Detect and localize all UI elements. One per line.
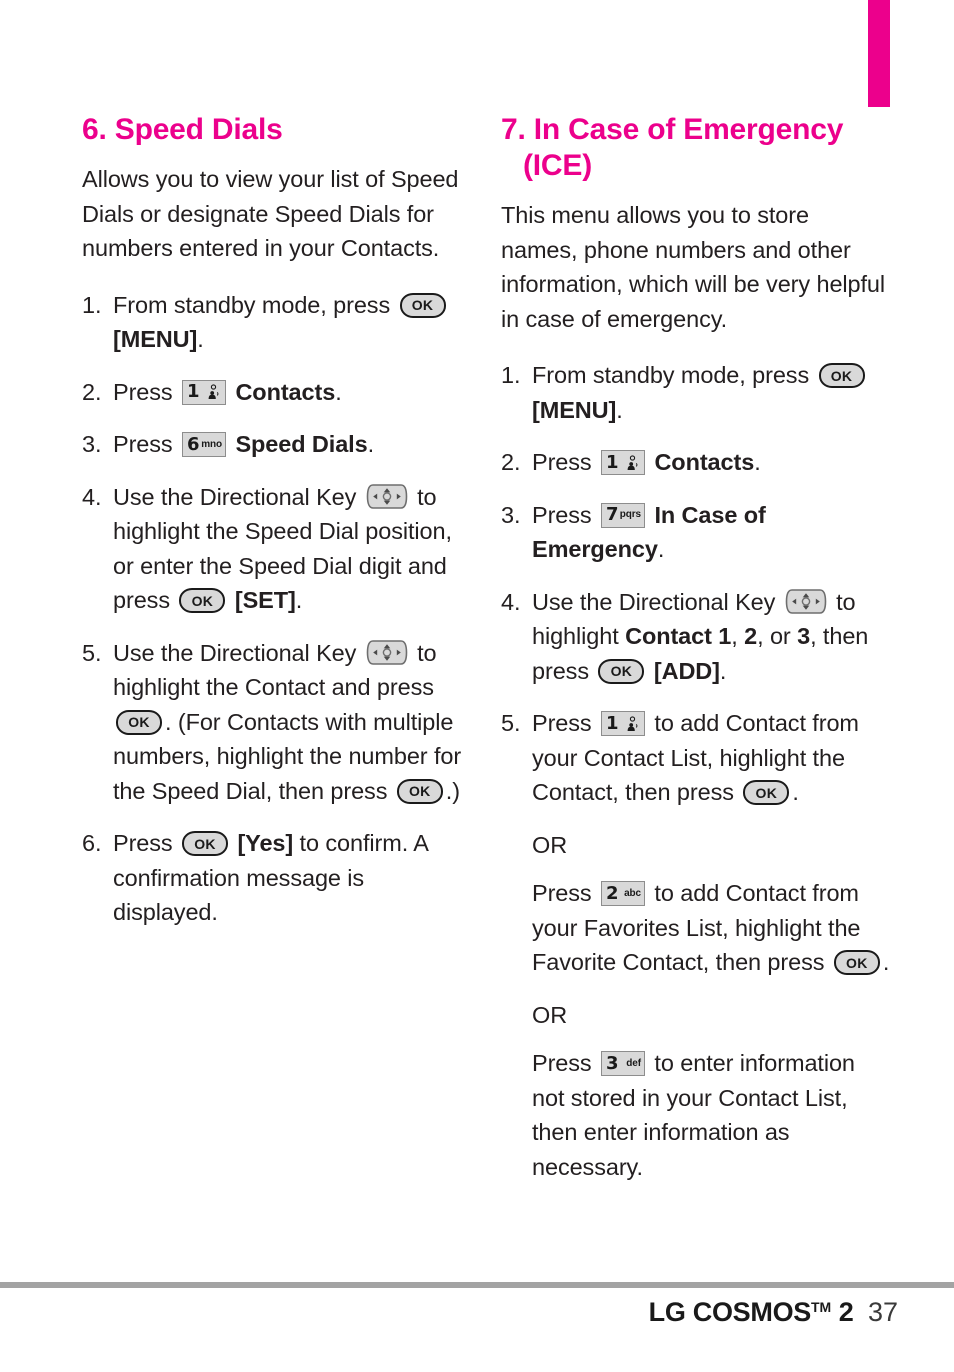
- ok-key-icon: OK: [179, 588, 226, 613]
- page-footer: LG COSMOSTM 2 37: [0, 1288, 898, 1331]
- right-section-heading: 7. In Case of Emergency (ICE): [501, 112, 891, 184]
- keypad-key-1-icon: 1: [182, 379, 226, 405]
- voicemail-glyph-icon: [627, 454, 638, 470]
- or-separator-label: OR: [532, 1001, 568, 1028]
- step-number: 4.: [82, 483, 102, 510]
- step-number: 5.: [501, 710, 521, 736]
- voicemail-glyph-icon: [208, 384, 219, 399]
- emphasis-text: [MENU]: [532, 396, 617, 423]
- step-item: 5. Use the Directional Key to highlight t…: [82, 636, 472, 809]
- page-number: 37: [867, 1297, 898, 1327]
- right-intro-paragraph: This menu allows you to store names, pho…: [501, 202, 886, 332]
- trademark-icon: TM: [810, 1299, 832, 1315]
- emphasis-text: 2: [744, 623, 758, 649]
- emphasis-text: [MENU]: [113, 326, 198, 352]
- ok-key-icon: OK: [818, 363, 865, 388]
- step-number: 1.: [82, 291, 102, 318]
- step-number: 4.: [501, 588, 521, 615]
- left-column: 6. Speed Dials Allows you to view your l…: [82, 112, 472, 948]
- right-steps-list: 1. From standby mode, press OK [MENU]. 2. P…: [501, 358, 891, 810]
- step-item: 2. Press 1 Contacts.: [501, 445, 891, 480]
- emphasis-text: [ADD]: [653, 657, 720, 684]
- step-item: 4. Use the Directional Key to highlight C…: [501, 585, 891, 689]
- step-number: 2.: [82, 378, 102, 405]
- directional-key-icon: [366, 483, 408, 510]
- ok-key-icon: OK: [182, 831, 228, 856]
- right-column: 7. In Case of Emergency (ICE) This menu …: [501, 112, 891, 1202]
- step-text: Use the Directional Key to highlight the…: [113, 639, 462, 804]
- emphasis-text: [SET]: [234, 587, 296, 613]
- emphasis-text: [Yes]: [237, 830, 294, 856]
- step-text: Use the Directional Key to highlight the…: [113, 483, 452, 613]
- step-text: Press 1 Contacts.: [532, 449, 761, 475]
- directional-key-icon: [366, 639, 408, 666]
- step-item: 6. Press OK [Yes] to confirm. A confirmat…: [82, 826, 472, 930]
- step-item: 1. From standby mode, press OK [MENU].: [501, 358, 891, 427]
- step-number: 5.: [82, 639, 102, 666]
- step-item: 4. Use the Directional Key to highlight t…: [82, 480, 472, 618]
- step-item: 3. Press 6 mno Speed Dials.: [82, 427, 472, 462]
- emphasis-text: In Case of Emergency: [532, 501, 766, 563]
- footer-brand: LG COSMOS: [648, 1297, 812, 1327]
- step-item: 5. Press 1 to add Contact from your Conta…: [501, 706, 891, 810]
- left-section-heading: 6. Speed Dials: [82, 113, 283, 146]
- step-text: Use the Directional Key to highlight Con…: [532, 588, 869, 684]
- step-number: 6.: [82, 830, 102, 856]
- step-number: 2.: [501, 449, 521, 475]
- right-alternatives: OR Press 2 abc to add Contact from your Fa…: [501, 828, 891, 1185]
- step-text: From standby mode, press OK [MENU].: [113, 292, 449, 352]
- keypad-key-2-icon: 2 abc: [601, 881, 645, 906]
- emphasis-text: Contacts: [654, 449, 755, 475]
- emphasis-text: Contacts: [235, 378, 336, 405]
- step-text: Press OK [Yes] to confirm. A confirmatio…: [113, 830, 428, 925]
- step-text: Press 1 to add Contact from your Contact…: [532, 710, 859, 805]
- section-tab-marker: [868, 0, 890, 107]
- keypad-key-6-icon: 6 mno: [182, 432, 226, 457]
- ok-key-icon: OK: [116, 709, 162, 735]
- keypad-key-1-icon: 1: [601, 450, 645, 475]
- keypad-key-7-icon: 7 pqrs: [601, 502, 645, 528]
- step-item: 2. Press 1 Contacts.: [82, 375, 472, 410]
- or-separator-label: OR: [532, 831, 568, 858]
- alternative-step-text: Press 2 abc to add Contact from your Favo…: [532, 880, 890, 975]
- right-heading-line-2: (ICE): [523, 149, 592, 182]
- alternative-step-text: Press 3 def to enter information not stor…: [532, 1050, 855, 1180]
- keypad-key-3-icon: 3 def: [601, 1051, 645, 1076]
- step-number: 3.: [501, 501, 521, 528]
- step-number: 1.: [501, 362, 521, 388]
- ok-key-icon: OK: [743, 780, 790, 805]
- ok-key-icon: OK: [833, 950, 880, 975]
- directional-key-icon: [785, 588, 827, 615]
- step-text: Press 7 pqrs In Case of Emergency.: [532, 501, 766, 563]
- step-text: From standby mode, press OK [MENU].: [532, 362, 868, 423]
- step-text: Press 6 mno Speed Dials.: [113, 431, 374, 457]
- emphasis-text: Contact 1: [625, 623, 732, 649]
- ok-key-icon: OK: [399, 292, 446, 318]
- ok-key-icon: OK: [396, 778, 443, 804]
- emphasis-text: 3: [797, 623, 811, 649]
- voicemail-glyph-icon: [627, 715, 638, 731]
- footer-model: 2: [838, 1297, 854, 1327]
- step-number: 3.: [82, 431, 102, 457]
- left-intro-paragraph: Allows you to view your list of Speed Di…: [82, 166, 459, 261]
- two-column-layout: 6. Speed Dials Allows you to view your l…: [0, 112, 954, 1202]
- emphasis-text: Speed Dials: [235, 431, 368, 457]
- keypad-key-1-icon: 1: [601, 711, 645, 736]
- manual-page-body: 6. Speed Dials Allows you to view your l…: [0, 112, 954, 1202]
- step-item: 1. From standby mode, press OK [MENU].: [82, 288, 472, 357]
- step-item: 3. Press 7 pqrs In Case of Emergency.: [501, 498, 891, 567]
- ok-key-icon: OK: [598, 658, 645, 684]
- left-steps-list: 1. From standby mode, press OK [MENU]. 2. P…: [82, 288, 472, 930]
- step-text: Press 1 Contacts.: [113, 378, 342, 405]
- right-heading-line-1: 7. In Case of Emergency: [501, 113, 844, 146]
